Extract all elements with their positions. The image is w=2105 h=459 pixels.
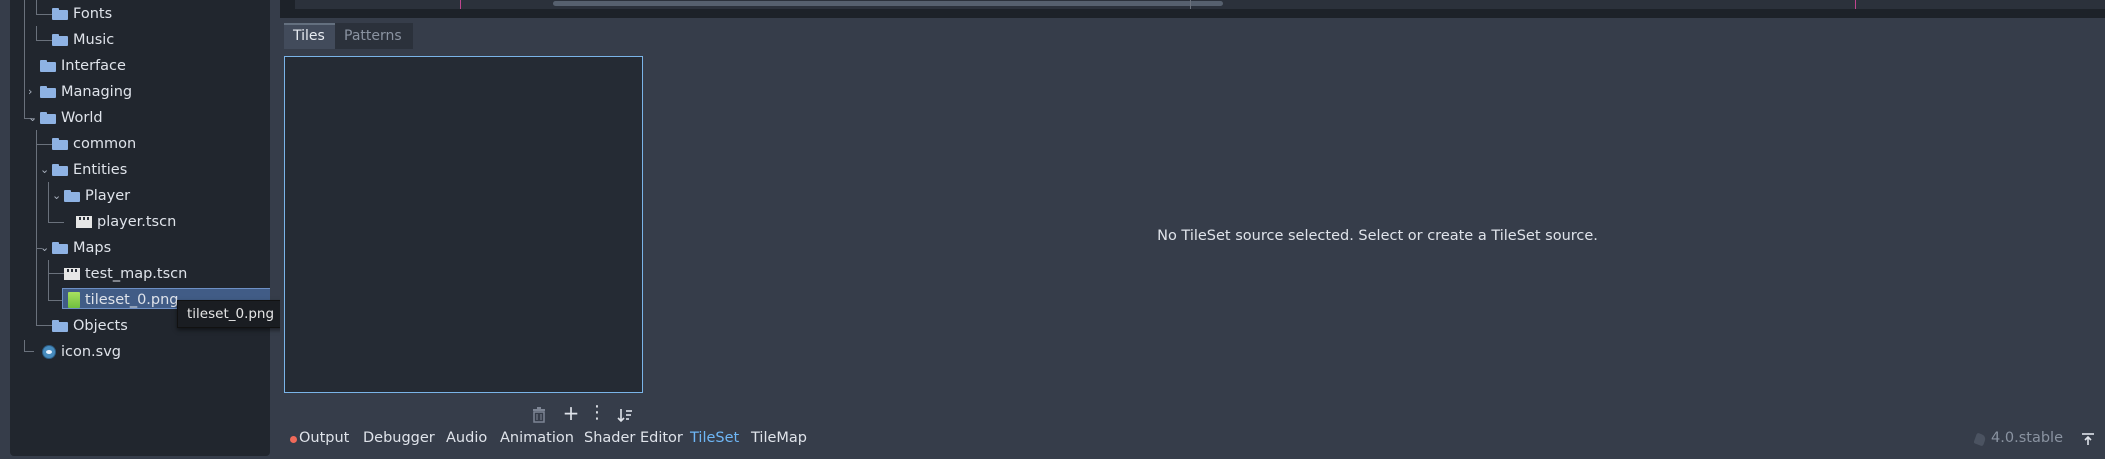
folder-icon: [40, 112, 56, 124]
tree-item-label: Interface: [61, 58, 126, 74]
editor-area: Tiles Patterns + ⋮ No TileSet source sel…: [280, 0, 2105, 459]
tree-guide: [24, 0, 25, 118]
tree-guide: [48, 222, 64, 223]
folder-icon: [40, 60, 56, 72]
version-label: 4.0.stable: [1991, 430, 2063, 446]
bottom-tab-debugger[interactable]: Debugger: [363, 430, 435, 446]
tree-item-label: test_map.tscn: [85, 266, 188, 282]
folder-icon: [64, 190, 80, 202]
error-indicator-icon: [290, 436, 297, 443]
folder-icon: [52, 320, 68, 332]
tree-item-label: Music: [73, 32, 115, 48]
bottom-tab-shader-editor[interactable]: Shader Editor: [584, 430, 683, 446]
bottom-panel-tabs: Output Debugger Audio Animation Shader E…: [280, 420, 2105, 459]
tree-item-label: tileset_0.png: [85, 292, 179, 308]
tree-item-label: World: [61, 110, 103, 126]
tab-tiles[interactable]: Tiles: [284, 23, 335, 49]
tree-guide: [36, 40, 52, 41]
tileset-panel: Tiles Patterns + ⋮ No TileSet source sel…: [280, 18, 2105, 459]
bottom-tab-audio[interactable]: Audio: [446, 430, 487, 446]
filesystem-dock: Fonts Music Interface › Managing ⌄ World…: [0, 0, 285, 459]
empty-state-message: No TileSet source selected. Select or cr…: [1157, 228, 1598, 244]
folder-icon: [52, 138, 68, 150]
tree-guide: [24, 340, 25, 351]
bottom-tab-output[interactable]: Output: [299, 430, 349, 446]
tree-item-label: player.tscn: [97, 214, 177, 230]
tree-guide: [36, 144, 52, 145]
guide-line: [1190, 0, 1191, 9]
tree-guide: [36, 130, 37, 325]
bottom-tab-tileset[interactable]: TileSet: [690, 430, 739, 446]
chevron-down-icon[interactable]: ⌄: [52, 184, 61, 208]
folder-icon: [52, 164, 68, 176]
tree-guide: [48, 182, 49, 222]
image-icon: [68, 292, 80, 308]
chevron-down-icon[interactable]: ⌄: [40, 158, 49, 182]
folder-icon: [40, 86, 56, 98]
tab-patterns[interactable]: Patterns: [335, 23, 413, 49]
tree-item-label: Entities: [73, 162, 128, 178]
bottom-tab-animation[interactable]: Animation: [500, 430, 574, 446]
scene-icon: [64, 268, 80, 280]
guide-line: [460, 0, 461, 9]
chevron-right-icon[interactable]: ›: [28, 80, 32, 104]
tree-guide: [36, 325, 52, 326]
scrollbar-grabber[interactable]: [553, 1, 1223, 6]
folder-icon: [52, 34, 68, 46]
update-spinner-icon[interactable]: [1973, 432, 1987, 447]
expand-bottom-panel-icon[interactable]: [2081, 432, 2095, 446]
tree-item-label: icon.svg: [61, 344, 122, 360]
tooltip: tileset_0.png: [177, 300, 285, 328]
folder-icon: [52, 242, 68, 254]
tileset-sources-list[interactable]: [284, 56, 643, 393]
tree-item-label: common: [73, 136, 137, 152]
tree-item-label: Maps: [73, 240, 112, 256]
tree-guide: [36, 0, 37, 14]
tree-guide: [48, 273, 64, 274]
tree-guide: [36, 14, 52, 15]
godot-icon: [42, 345, 56, 359]
tree-guide: [48, 260, 49, 300]
horizontal-scrollbar[interactable]: [295, 0, 2105, 9]
bottom-tab-tilemap[interactable]: TileMap: [751, 430, 807, 446]
guide-line: [1855, 0, 1856, 9]
chevron-down-icon[interactable]: ⌄: [40, 236, 49, 260]
tree-guide: [24, 351, 34, 352]
tree-item-label: Managing: [61, 84, 133, 100]
tree-guide: [36, 26, 37, 40]
folder-icon: [52, 8, 68, 20]
chevron-down-icon[interactable]: ⌄: [28, 106, 37, 130]
scene-icon: [76, 216, 92, 228]
tree-item-label: Objects: [73, 318, 128, 334]
tree-item-label: Fonts: [73, 6, 113, 22]
tree-item-label: Player: [85, 188, 131, 204]
filesystem-tree[interactable]: Fonts Music Interface › Managing ⌄ World…: [10, 0, 270, 456]
